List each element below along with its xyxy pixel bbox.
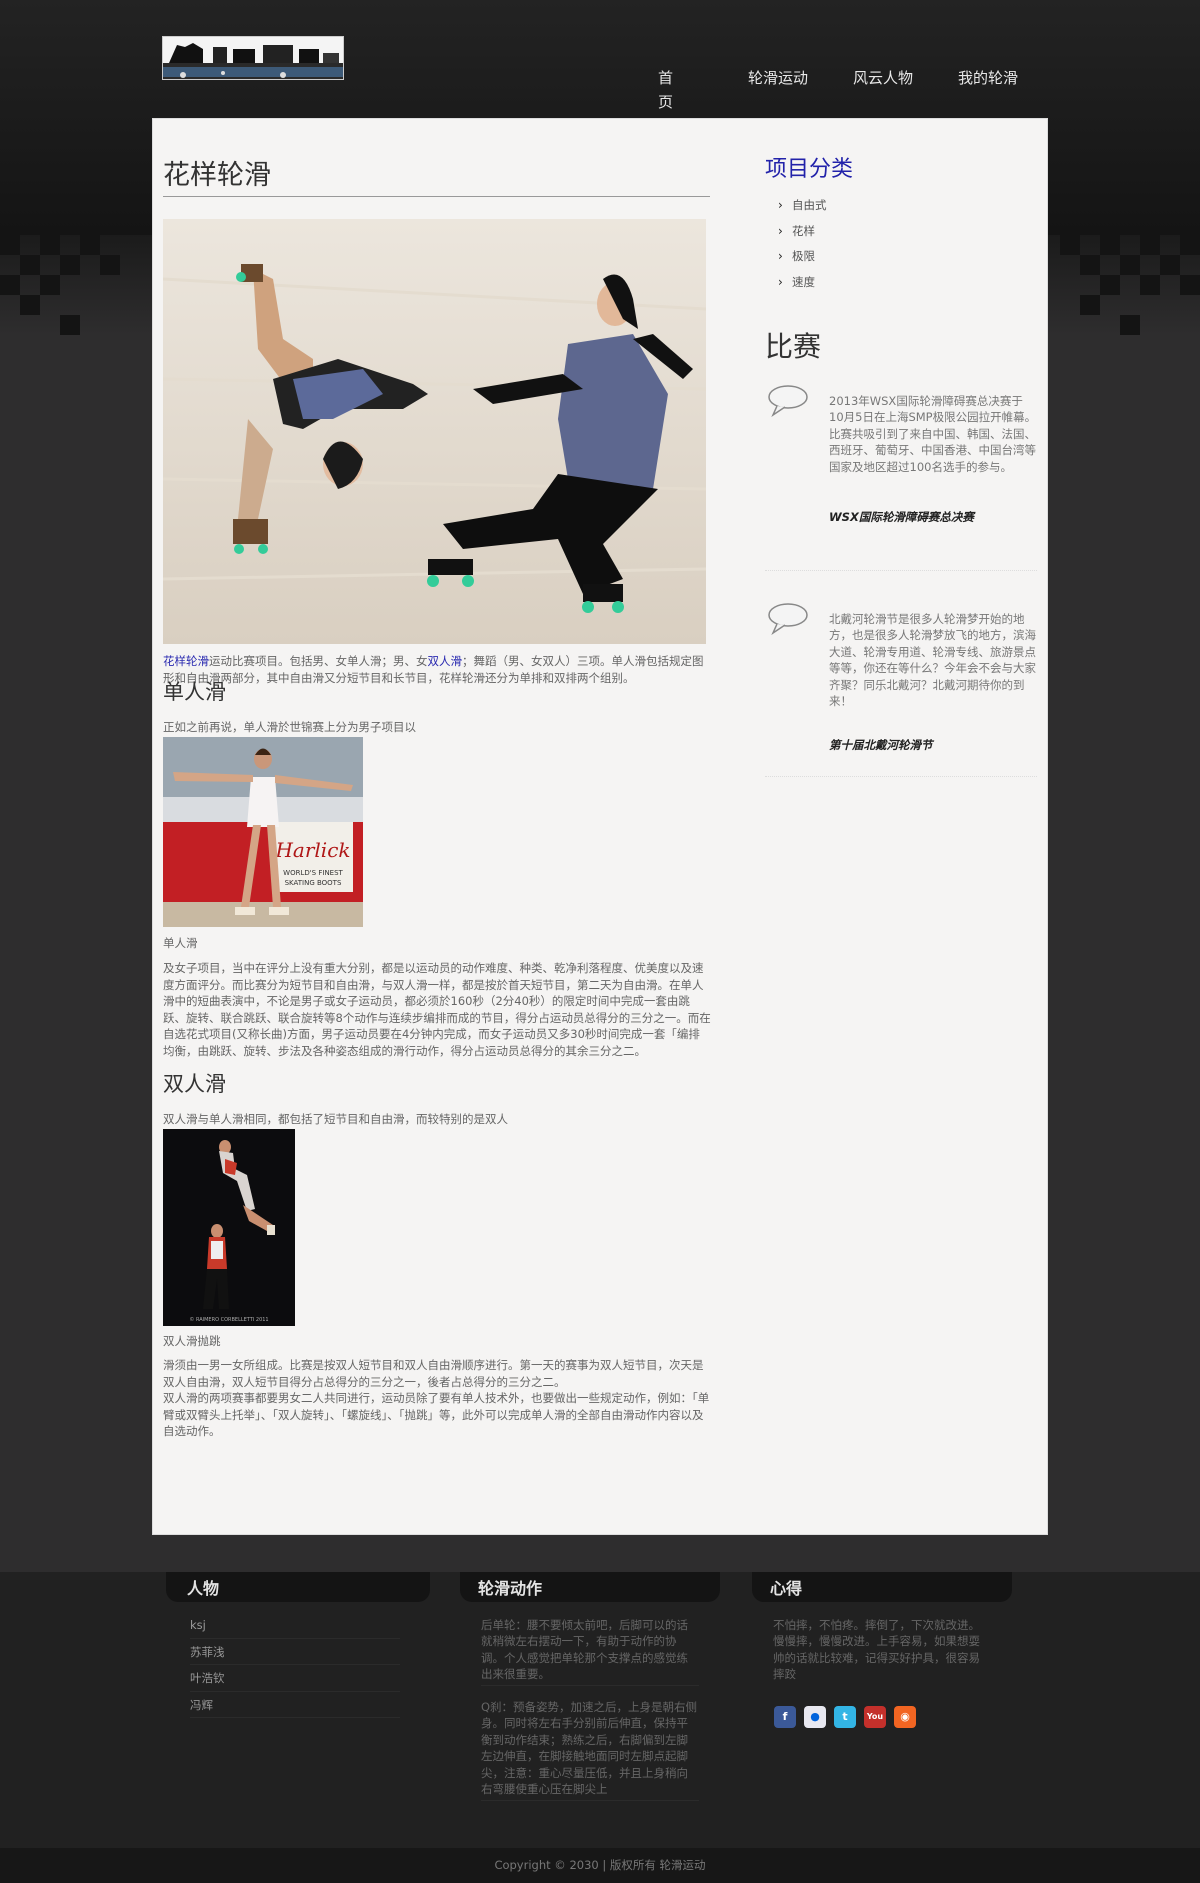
pair-lift-photo: © RAIMERO CORBELLETTI 2011 [163, 1129, 295, 1326]
category-label: 极限 [792, 249, 815, 263]
svg-text:Harlick: Harlick [274, 838, 350, 862]
people-item[interactable]: ksj [190, 1612, 400, 1639]
checker-square [60, 315, 80, 335]
footer-mind-title: 心得 [770, 1579, 803, 1598]
checker-square [1100, 235, 1120, 255]
rss-icon[interactable]: ◉ [894, 1706, 916, 1728]
single-skating-photo: Harlick WORLD'S FINEST SKATING BOOTS [163, 737, 363, 927]
category-label: 自由式 [792, 198, 827, 212]
category-item-freestyle[interactable]: › 自由式 [765, 193, 1037, 219]
main-article: 花样轮滑 花样轮滑运动比赛项目。包括男、女单人滑；男、女双人滑；舞蹈（男、女双人… [162, 159, 711, 1438]
checker-square [1140, 235, 1160, 255]
checker-square [40, 235, 60, 255]
move-tip-2: Q刹：预备姿势，加速之后，上身是朝右侧身。同时将左右手分别前后伸直，保持平衡到动… [481, 1700, 698, 1797]
content-panel: 花样轮滑 花样轮滑运动比赛项目。包括男、女单人滑；男、女双人滑；舞蹈（男、女双人… [152, 118, 1048, 1535]
chevron-right-icon: › [778, 223, 783, 238]
checker-square [60, 255, 80, 275]
category-label: 速度 [792, 274, 815, 289]
chevron-right-icon: › [778, 198, 783, 212]
intro-paragraph: 花样轮滑运动比赛项目。包括男、女单人滑；男、女双人滑；舞蹈（男、女双人）三项。单… [163, 653, 711, 686]
pair-skating-link[interactable]: 双人滑 [428, 654, 463, 668]
category-item-speed[interactable]: › 速度 [765, 270, 1037, 296]
svg-text:SKATING BOOTS: SKATING BOOTS [285, 879, 342, 887]
mind-text: 不怕摔，不怕疼。摔倒了，下次就改进。慢慢摔，慢慢改进。上手容易，如果想耍帅的话就… [773, 1618, 980, 1682]
chevron-right-icon: › [778, 274, 783, 289]
event-item: 2013年WSX国际轮滑障碍赛总决赛于10月5日在上海SMP极限公园拉开帷幕。比… [765, 365, 1037, 571]
checker-square [80, 235, 100, 255]
pair-skating-photo [162, 219, 707, 644]
event-item: 北戴河轮滑节是很多人轮滑梦开始的地方，也是很多人轮滑梦放飞的地方，滨海大道、轮滑… [765, 571, 1037, 777]
match-title: 比赛 [765, 330, 822, 363]
checker-square [0, 275, 20, 295]
category-list: › 自由式 › 花样 › 极限 › 速度 [765, 193, 1037, 295]
footer-moves-title: 轮滑动作 [478, 1579, 543, 1598]
checker-square [20, 255, 40, 275]
nav-skating-sport[interactable]: 轮滑运动 [748, 66, 808, 90]
people-list: ksj 苏菲浅 叶浩钦 冯辉 [190, 1612, 400, 1718]
footer-divider [481, 1685, 699, 1686]
checker-square [1180, 235, 1200, 255]
pair-lead-text: 双人滑与单人滑相同，都包括了短节目和自由滑，而较特别的是双人 [163, 1112, 508, 1126]
svg-text:© RAIMERO CORBELLETTI 2011: © RAIMERO CORBELLETTI 2011 [189, 1316, 268, 1323]
checker-square [1160, 255, 1180, 275]
nav-my-skating[interactable]: 我的轮滑 [958, 66, 1018, 90]
svg-text:WORLD'S FINEST: WORLD'S FINEST [283, 869, 343, 877]
twitter-icon[interactable]: t [834, 1706, 856, 1728]
pair-skating-body-1: 滑须由一男一女所组成。比赛是按双人短节目和双人自由滑顺序进行。第一天的赛事为双人… [163, 1358, 704, 1389]
checker-square [40, 275, 60, 295]
speech-bubble-icon [767, 601, 809, 639]
single-lead-text: 正如之前再说，单人滑於世锦赛上分为男子项目以 [163, 720, 416, 734]
pair-photo-caption: 双人滑抛跳 [163, 1334, 221, 1348]
checker-square [1080, 255, 1100, 275]
footer-people-title: 人物 [187, 1579, 220, 1598]
move-tip-1: 后单轮：腰不要倾太前吧，后脚可以的话就稍微左右摆动一下，有助于动作的协调。个人感… [481, 1618, 688, 1682]
event-name[interactable]: 第十届北戴河轮滑节 [829, 737, 933, 753]
figure-skating-link[interactable]: 花样轮滑 [163, 654, 209, 668]
checker-square [1140, 275, 1160, 295]
people-item[interactable]: 冯辉 [190, 1692, 400, 1718]
speech-bubble-icon [767, 383, 809, 421]
pair-skating-heading: 双人滑 [163, 1072, 226, 1096]
checker-square [1120, 315, 1140, 335]
social-links: f ● t You ◉ [774, 1706, 916, 1728]
nav-home[interactable]: 首页 [658, 66, 673, 111]
people-item[interactable]: 苏菲浅 [190, 1639, 400, 1665]
page-title: 花样轮滑 [163, 159, 710, 197]
category-item-figure[interactable]: › 花样 [765, 219, 1037, 245]
flickr-icon[interactable]: ● [804, 1706, 826, 1728]
category-item-extreme[interactable]: › 极限 [765, 244, 1037, 270]
checker-square [0, 235, 20, 255]
copyright-text: Copyright © 2030 | 版权所有 轮滑运动 [494, 1858, 706, 1872]
sidebar: 项目分类 › 自由式 › 花样 › 极限 › 速度 比赛 2013年WSX国际轮滑障碍赛… [765, 151, 1037, 777]
single-skating-heading: 单人滑 [163, 680, 226, 704]
checker-square [1180, 275, 1200, 295]
checker-square [1060, 235, 1080, 255]
youtube-icon[interactable]: You [864, 1706, 886, 1728]
category-title: 项目分类 [765, 157, 854, 182]
checker-square [1120, 255, 1140, 275]
single-photo-caption: 单人滑 [163, 936, 198, 950]
chevron-right-icon: › [778, 249, 783, 263]
facebook-icon[interactable]: f [774, 1706, 796, 1728]
people-item[interactable]: 叶浩钦 [190, 1665, 400, 1692]
checker-square [1080, 295, 1100, 315]
pair-skating-body-2: 双人滑的两项赛事都要男女二人共同进行，运动员除了要有单人技术外，也要做出一些规定… [163, 1391, 710, 1438]
event-name[interactable]: WSX国际轮滑障碍赛总决赛 [829, 509, 974, 525]
footer-divider [481, 1800, 699, 1801]
single-skating-body: 及女子项目，当中在评分上没有重大分别，都是以运动员的动作难度、种类、乾净利落程度… [163, 961, 711, 1058]
nav-people[interactable]: 风云人物 [853, 66, 913, 90]
site-logo[interactable] [162, 36, 344, 80]
intro-text-1: 运动比赛项目。包括男、女单人滑；男、女 [209, 654, 428, 668]
category-label: 花样 [792, 223, 815, 238]
checker-square [20, 295, 40, 315]
checker-square [1100, 275, 1120, 295]
event-description: 2013年WSX国际轮滑障碍赛总决赛于10月5日在上海SMP极限公园拉开帷幕。比… [829, 394, 1037, 474]
event-description: 北戴河轮滑节是很多人轮滑梦开始的地方，也是很多人轮滑梦放飞的地方，滨海大道、轮滑… [829, 612, 1036, 709]
checker-square [100, 255, 120, 275]
